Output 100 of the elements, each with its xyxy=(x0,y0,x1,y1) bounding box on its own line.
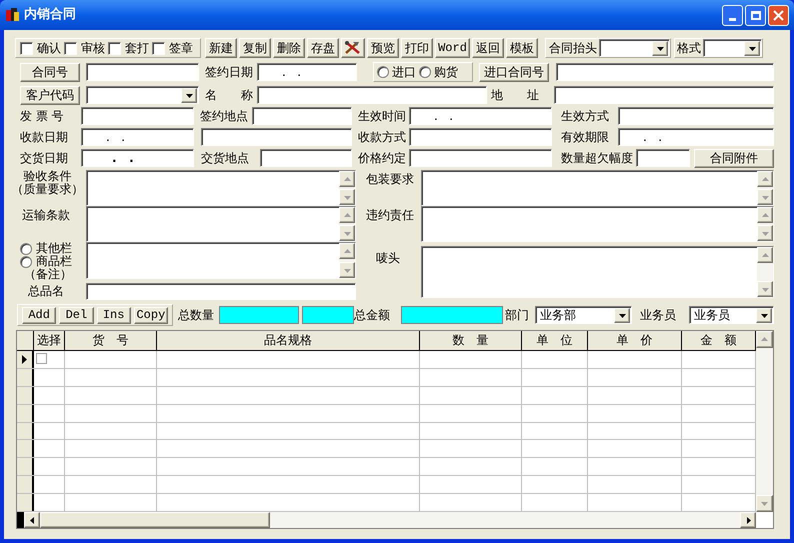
input-field[interactable]: . . xyxy=(81,128,194,146)
text-area[interactable] xyxy=(421,170,774,206)
minimize-button[interactable] xyxy=(722,4,743,26)
scroll-bar[interactable] xyxy=(757,171,773,205)
scroll-right-button[interactable] xyxy=(740,512,756,528)
scroll-down-button[interactable] xyxy=(757,225,773,241)
maximize-button[interactable] xyxy=(745,4,766,26)
column-header[interactable]: 金 额 xyxy=(682,331,756,350)
toolbar-button[interactable]: 存盘 xyxy=(307,38,339,58)
input-field[interactable] xyxy=(86,63,199,81)
form-button[interactable]: 进口合同号 xyxy=(479,62,549,82)
input-field[interactable]: . . xyxy=(81,149,194,167)
input-field[interactable]: . . xyxy=(409,107,552,125)
scroll-bar[interactable] xyxy=(339,171,355,205)
row-button[interactable]: Copy xyxy=(134,306,168,324)
form-button[interactable]: 合同号 xyxy=(20,62,80,82)
column-header[interactable]: 货 号 xyxy=(65,331,157,350)
scroll-bar[interactable] xyxy=(757,207,773,241)
input-field[interactable] xyxy=(201,128,352,146)
column-header[interactable]: 单 价 xyxy=(588,331,682,350)
radio-button[interactable] xyxy=(377,66,389,78)
close-button[interactable] xyxy=(768,4,789,26)
toolbar-button[interactable]: 模板 xyxy=(506,38,538,58)
input-field[interactable] xyxy=(618,107,774,125)
scroll-down-button[interactable] xyxy=(339,189,355,205)
total-quantity-field[interactable] xyxy=(219,306,299,324)
scroll-down-button[interactable] xyxy=(756,495,773,512)
checkbox[interactable] xyxy=(152,42,165,54)
tools-button[interactable] xyxy=(341,38,365,58)
field-label: 地 址 xyxy=(490,87,540,104)
horizontal-scroll-bar[interactable] xyxy=(24,512,756,528)
radio-button[interactable] xyxy=(419,66,431,78)
toolbar-button[interactable]: 复制 xyxy=(239,38,271,58)
dropdown[interactable]: 业务员 xyxy=(689,306,774,324)
input-field[interactable] xyxy=(554,86,774,104)
text-area[interactable] xyxy=(86,242,356,279)
input-field[interactable] xyxy=(409,149,552,167)
row-button[interactable]: Add xyxy=(22,306,56,324)
input-field[interactable] xyxy=(86,282,356,300)
toolbar-button[interactable]: 打印 xyxy=(401,38,433,58)
checkbox[interactable] xyxy=(108,42,121,54)
text-area[interactable] xyxy=(421,206,774,242)
column-header[interactable]: 品名规格 xyxy=(157,331,420,350)
scroll-left-button[interactable] xyxy=(24,512,40,528)
scroll-bar[interactable] xyxy=(339,243,355,278)
toolbar-button[interactable]: 预览 xyxy=(367,38,399,58)
scroll-up-button[interactable] xyxy=(339,243,355,259)
scroll-down-button[interactable] xyxy=(757,189,773,205)
scroll-bar[interactable] xyxy=(339,207,355,241)
scroll-down-button[interactable] xyxy=(757,281,773,297)
dropdown[interactable] xyxy=(703,39,762,57)
radio-button[interactable] xyxy=(20,242,32,254)
down-arrow-icon xyxy=(656,44,664,52)
toolbar-button[interactable]: 返回 xyxy=(472,38,504,58)
scroll-up-button[interactable] xyxy=(756,331,773,348)
column-header[interactable]: 单 位 xyxy=(522,331,588,350)
radio-button[interactable] xyxy=(20,256,32,268)
dropdown[interactable] xyxy=(86,86,199,104)
form-button[interactable]: 客户代码 xyxy=(20,86,80,104)
scroll-down-button[interactable] xyxy=(339,262,355,278)
scroll-up-button[interactable] xyxy=(339,171,355,187)
vertical-scroll-bar[interactable] xyxy=(756,331,773,512)
field-label: 生效方式 xyxy=(560,108,610,125)
toolbar-button[interactable]: 删除 xyxy=(273,38,305,58)
checkbox[interactable] xyxy=(36,352,47,364)
row-button[interactable]: Ins xyxy=(96,306,131,324)
input-field[interactable] xyxy=(556,63,774,81)
checkbox[interactable] xyxy=(64,42,77,54)
text-area[interactable] xyxy=(86,206,356,242)
scroll-down-button[interactable] xyxy=(339,225,355,241)
scroll-bar[interactable] xyxy=(757,247,773,297)
dropdown[interactable]: 业务部 xyxy=(535,306,632,324)
scroll-thumb[interactable] xyxy=(40,512,270,528)
column-header[interactable]: 选择 xyxy=(34,331,65,350)
scroll-up-button[interactable] xyxy=(757,247,773,263)
form-button[interactable]: 合同附件 xyxy=(694,148,774,168)
scroll-up-button[interactable] xyxy=(757,207,773,223)
checkbox[interactable] xyxy=(20,42,33,54)
toolbar-button[interactable]: Word xyxy=(435,38,470,58)
up-arrow-icon xyxy=(344,248,350,254)
input-field[interactable] xyxy=(636,149,690,167)
column-header[interactable]: 数 量 xyxy=(420,331,522,350)
row-button[interactable]: Del xyxy=(59,306,94,324)
field-label: 交货地点 xyxy=(201,150,250,167)
input-field[interactable] xyxy=(81,107,194,125)
toolbar-button[interactable]: 新建 xyxy=(205,38,237,58)
scroll-up-button[interactable] xyxy=(757,171,773,187)
down-arrow-icon xyxy=(344,266,350,274)
input-field[interactable] xyxy=(409,128,552,146)
input-field[interactable]: . . xyxy=(257,63,357,81)
input-field[interactable] xyxy=(260,149,352,167)
input-field[interactable]: . . xyxy=(618,128,774,146)
text-area[interactable] xyxy=(421,246,774,298)
total-quantity-field[interactable] xyxy=(302,306,354,324)
input-field[interactable] xyxy=(257,86,487,104)
dropdown[interactable] xyxy=(599,39,670,57)
scroll-up-button[interactable] xyxy=(339,207,355,223)
input-field[interactable] xyxy=(252,107,352,125)
text-area[interactable] xyxy=(86,170,356,206)
total-amount-field[interactable] xyxy=(401,306,503,324)
